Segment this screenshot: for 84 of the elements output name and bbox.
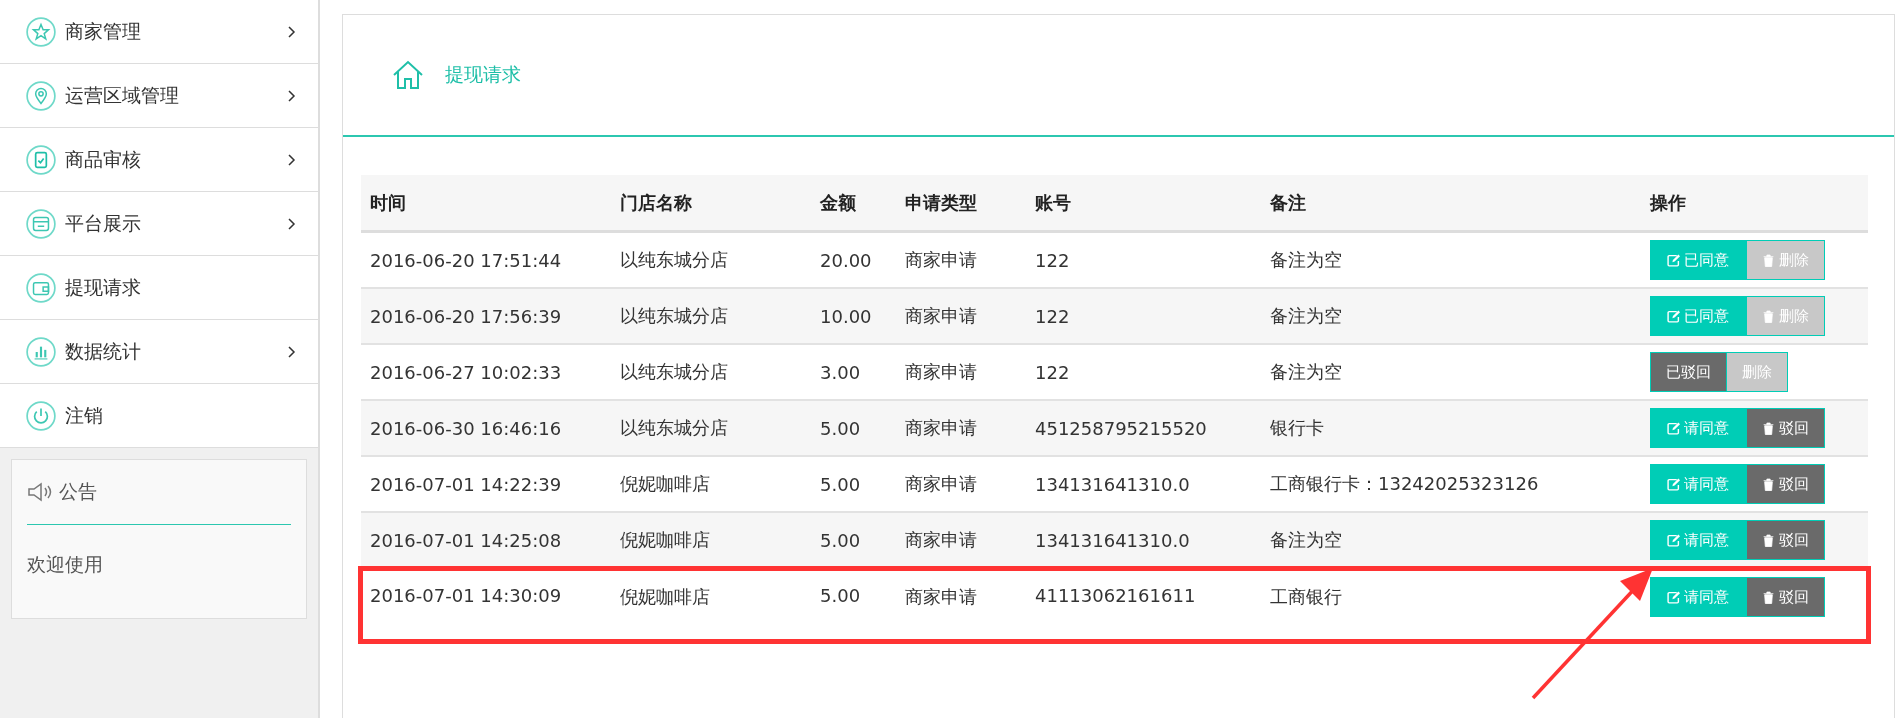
table-cell-text: 商家申请	[904, 304, 978, 328]
table-cell-text: 倪妮咖啡店	[619, 528, 711, 552]
sidebar-item[interactable]: 注销	[0, 384, 318, 448]
chevron-right-icon	[286, 344, 296, 359]
table-cell-text: 银行卡	[1269, 416, 1325, 440]
table-cell-text: 3.00	[819, 361, 862, 383]
table-cell-text: 以纯东城分店	[619, 304, 729, 328]
document-check-icon	[25, 143, 57, 176]
table-cell-text: 20.00	[819, 249, 873, 271]
table-cell-text: 以纯东城分店	[619, 360, 729, 384]
table-cell-text: 122	[1034, 305, 1071, 327]
table-cell-text: 5.00	[819, 473, 862, 495]
table-cell-text: 工商银行	[1269, 585, 1343, 609]
chevron-right-icon	[286, 24, 296, 39]
table-cell-text: 备注为空	[1269, 528, 1343, 552]
table-cell-text: 2016-06-30 16:46:16	[369, 417, 563, 439]
table-cell-text: 451258795215520	[1034, 417, 1208, 439]
table-cell-text: 2016-06-20 17:56:39	[369, 305, 563, 327]
chevron-right-icon	[286, 152, 296, 167]
table-cell-text: 2016-07-01 14:25:08	[369, 529, 563, 551]
table-cell-text: 倪妮咖啡店	[619, 472, 711, 496]
table-cell-text: 2016-06-27 10:02:33	[369, 361, 563, 383]
sidebar-item[interactable]: 商家管理	[0, 0, 318, 64]
sidebar-item[interactable]: 商品审核	[0, 128, 318, 192]
sidebar-item-label: 商家管理	[65, 18, 142, 44]
table-cell-text: 备注为空	[1269, 248, 1343, 272]
sidebar-item-label: 注销	[65, 402, 104, 428]
table-cell-text: 工商银行卡：13242025323126	[1269, 472, 1540, 496]
action-button[interactable]: 驳回	[1747, 520, 1825, 560]
sidebar-item-label: 提现请求	[65, 274, 142, 300]
column-header: 备注	[1269, 190, 1307, 215]
action-button[interactable]: 驳回	[1747, 464, 1825, 504]
column-header: 操作	[1649, 190, 1687, 215]
table-cell-text: 商家申请	[904, 472, 978, 496]
table-cell-text: 134131641310.0	[1034, 529, 1191, 551]
table-cell-text: 2016-07-01 14:30:09	[369, 584, 563, 606]
page-title: 提现请求	[445, 62, 521, 87]
table-cell-text: 商家申请	[904, 248, 978, 272]
column-header: 门店名称	[619, 190, 693, 215]
table-cell-text: 倪妮咖啡店	[619, 585, 711, 609]
table-cell-text: 备注为空	[1269, 360, 1343, 384]
table-cell-text: 5.00	[819, 584, 862, 606]
sidebar-item-label: 数据统计	[65, 338, 142, 364]
sidebar-item[interactable]: 数据统计	[0, 320, 318, 384]
table-cell-text: 商家申请	[904, 416, 978, 440]
table-cell-text: 以纯东城分店	[619, 248, 729, 272]
column-header: 时间	[369, 190, 407, 215]
wallet-icon	[25, 271, 57, 304]
table-cell-text: 5.00	[819, 529, 862, 551]
bar-chart-icon	[25, 335, 57, 368]
table-cell-text: 122	[1034, 249, 1071, 271]
location-pin-icon	[25, 79, 57, 112]
notice-text: 欢迎使用	[27, 552, 104, 577]
table-cell-text: 以纯东城分店	[619, 416, 729, 440]
table-cell-text: 134131641310.0	[1034, 473, 1191, 495]
sidebar-item[interactable]: 平台展示	[0, 192, 318, 256]
table-cell-text: 2016-06-20 17:51:44	[369, 249, 563, 271]
table-cell-text: 商家申请	[904, 360, 978, 384]
store-icon	[25, 207, 57, 240]
table-cell-text: 备注为空	[1269, 304, 1343, 328]
chevron-right-icon	[286, 88, 296, 103]
table-cell-text: 10.00	[819, 305, 873, 327]
sidebar-item-label: 运营区域管理	[65, 82, 180, 108]
action-button[interactable]: 已驳回	[1650, 352, 1727, 392]
home-icon	[391, 58, 425, 92]
table-cell-text: 5.00	[819, 417, 862, 439]
speaker-icon	[27, 482, 53, 502]
column-header: 申请类型	[904, 190, 978, 215]
table-cell-text: 41113062161611	[1034, 584, 1197, 606]
column-header: 账号	[1034, 190, 1072, 215]
chevron-right-icon	[286, 216, 296, 231]
notice-title: 公告	[59, 479, 97, 504]
sidebar-item[interactable]: 提现请求	[0, 256, 318, 320]
table-cell-text: 2016-07-01 14:22:39	[369, 473, 563, 495]
table-cell-text: 122	[1034, 361, 1071, 383]
action-button[interactable]: 驳回	[1747, 577, 1825, 617]
sidebar-item-label: 平台展示	[65, 210, 142, 236]
table-cell-text: 商家申请	[904, 585, 978, 609]
sidebar-item[interactable]: 运营区域管理	[0, 64, 318, 128]
sidebar-item-label: 商品审核	[65, 146, 142, 172]
power-icon	[25, 399, 57, 432]
column-header: 金额	[819, 190, 857, 215]
action-button[interactable]: 驳回	[1747, 408, 1825, 448]
table-cell-text: 商家申请	[904, 528, 978, 552]
